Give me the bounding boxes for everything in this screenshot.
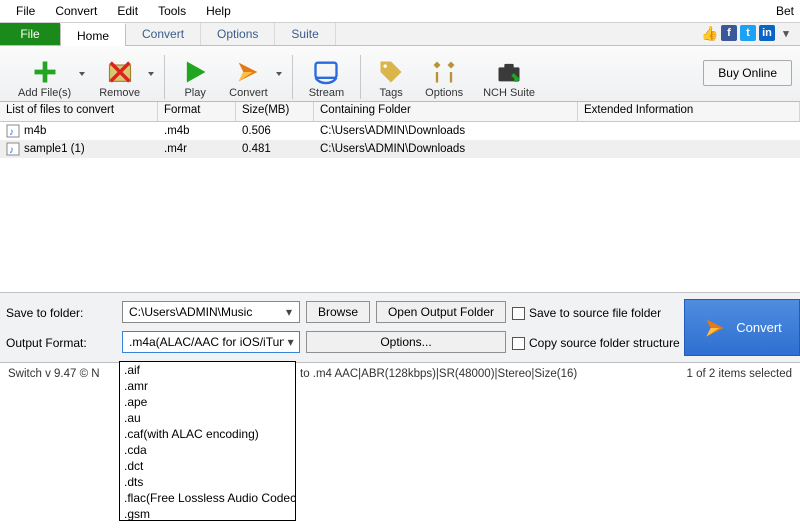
file-tab-button[interactable]: File [0, 23, 60, 45]
col-name[interactable]: List of files to convert [0, 102, 158, 121]
like-icon[interactable]: 👍 [702, 25, 718, 41]
status-selection: 1 of 2 items selected [687, 368, 792, 380]
output-format-combo[interactable]: .m4a(ALAC/AAC for iOS/iTunes/DSI)▾ [122, 331, 300, 353]
format-option[interactable]: .gsm [120, 506, 295, 521]
menu-help[interactable]: Help [196, 2, 241, 20]
tab-home[interactable]: Home [60, 23, 126, 46]
status-format-info: to .m4 AAC|ABR(128kbps)|SR(48000)|Stereo… [300, 368, 577, 380]
format-option[interactable]: .cda [120, 442, 295, 458]
briefcase-icon [495, 58, 523, 86]
convert-icon [702, 315, 728, 341]
facebook-icon[interactable]: f [721, 25, 737, 41]
format-option[interactable]: .caf(with ALAC encoding) [120, 426, 295, 442]
save-folder-combo[interactable]: C:\Users\ADMIN\Music▾ [122, 301, 300, 323]
format-option[interactable]: .flac(Free Lossless Audio Codec) [120, 490, 295, 506]
output-format-label: Output Format: [6, 331, 116, 355]
convert-icon [234, 58, 262, 86]
file-table[interactable]: ♪ m4b .m4b 0.506 C:\Users\ADMIN\Download… [0, 122, 800, 292]
format-option[interactable]: .ape [120, 394, 295, 410]
play-icon [181, 58, 209, 86]
options-icon [430, 58, 458, 86]
chevron-down-icon: ▾ [284, 335, 297, 349]
menu-file[interactable]: File [6, 2, 45, 20]
tab-suite[interactable]: Suite [275, 23, 335, 45]
audio-file-icon: ♪ [6, 142, 20, 156]
browse-button[interactable]: Browse [306, 301, 370, 323]
tab-options[interactable]: Options [201, 23, 275, 45]
tag-icon [377, 58, 405, 86]
open-output-folder-button[interactable]: Open Output Folder [376, 301, 506, 323]
col-size[interactable]: Size(MB) [236, 102, 314, 121]
format-option[interactable]: .aif [120, 362, 295, 378]
buy-online-button[interactable]: Buy Online [703, 60, 792, 86]
tabstrip: File Home Convert Options Suite 👍 f t in… [0, 22, 800, 46]
table-header: List of files to convert Format Size(MB)… [0, 102, 800, 122]
remove-button[interactable]: Remove [89, 58, 158, 99]
format-option[interactable]: .amr [120, 378, 295, 394]
menubar: File Convert Edit Tools Help Bet [0, 0, 800, 22]
menu-edit[interactable]: Edit [107, 2, 148, 20]
remove-icon [106, 58, 134, 86]
col-format[interactable]: Format [158, 102, 236, 121]
format-options-button[interactable]: Options... [306, 331, 506, 353]
table-row[interactable]: ♪ m4b .m4b 0.506 C:\Users\ADMIN\Download… [0, 122, 800, 140]
svg-text:♪: ♪ [9, 145, 14, 156]
menu-bet: Bet [766, 2, 794, 20]
convert-button[interactable]: Convert [219, 58, 286, 99]
linkedin-icon[interactable]: in [759, 25, 775, 41]
tags-button[interactable]: Tags [367, 58, 415, 99]
convert-main-button[interactable]: Convert [684, 299, 800, 356]
menu-convert[interactable]: Convert [45, 2, 107, 20]
bottom-panel: Save to folder: C:\Users\ADMIN\Music▾ Br… [0, 292, 800, 362]
chevron-down-icon: ▾ [281, 305, 297, 319]
plus-icon [31, 58, 59, 86]
col-folder[interactable]: Containing Folder [314, 102, 578, 121]
output-format-dropdown[interactable]: .aif.amr.ape.au.caf(with ALAC encoding).… [119, 361, 296, 521]
checkbox-icon [512, 307, 525, 320]
twitter-icon[interactable]: t [740, 25, 756, 41]
add-files-button[interactable]: Add File(s) [8, 58, 89, 99]
audio-file-icon: ♪ [6, 124, 20, 138]
tab-convert[interactable]: Convert [126, 23, 201, 45]
play-button[interactable]: Play [171, 58, 219, 99]
menu-tools[interactable]: Tools [148, 2, 196, 20]
stream-icon [312, 58, 340, 86]
toolbar: Add File(s) Remove Play Convert Stream T… [0, 46, 800, 102]
checkbox-icon [512, 337, 525, 350]
save-to-source-checkbox[interactable]: Save to source file folder [512, 301, 682, 325]
chevron-down-icon[interactable]: ▾ [778, 25, 794, 41]
nch-suite-button[interactable]: NCH Suite [473, 58, 545, 99]
social-icons: 👍 f t in ▾ [702, 25, 794, 41]
copy-structure-checkbox[interactable]: Copy source folder structure [512, 331, 682, 355]
format-option[interactable]: .au [120, 410, 295, 426]
format-option[interactable]: .dct [120, 458, 295, 474]
table-row[interactable]: ♪ sample1 (1) .m4r 0.481 C:\Users\ADMIN\… [0, 140, 800, 158]
col-extended[interactable]: Extended Information [578, 102, 800, 121]
svg-text:♪: ♪ [9, 127, 14, 138]
stream-button[interactable]: Stream [299, 58, 354, 99]
status-version: Switch v 9.47 © N [8, 368, 100, 380]
save-to-folder-label: Save to folder: [6, 301, 116, 325]
format-option[interactable]: .dts [120, 474, 295, 490]
options-button[interactable]: Options [415, 58, 473, 99]
